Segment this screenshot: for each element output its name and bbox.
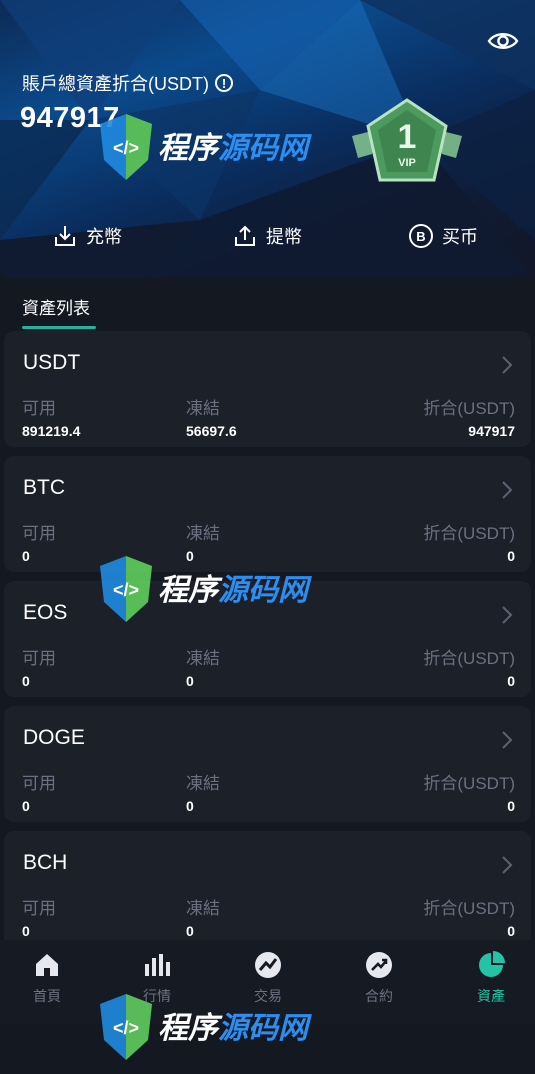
total-asset-label-text: 賬戶總資產折合(USDT) xyxy=(22,74,209,94)
frozen-value: 0 xyxy=(186,673,194,689)
nav-contract-label: 合約 xyxy=(365,988,393,1004)
available-value: 891219.4 xyxy=(22,423,81,439)
converted-label: 折合(USDT) xyxy=(423,899,515,918)
asset-list-title: 資產列表 xyxy=(22,299,90,318)
coin-name: BCH xyxy=(23,851,68,874)
watermark-logo-icon: </> 程序源码网 xyxy=(100,114,312,180)
vip-badge-icon: 1 VIP xyxy=(352,98,462,182)
info-icon[interactable]: ! xyxy=(215,74,233,92)
coin-name: USDT xyxy=(23,351,81,374)
available-value: 0 xyxy=(22,548,30,564)
chevron-right-icon xyxy=(502,606,513,624)
converted-value: 0 xyxy=(507,798,515,814)
available-label: 可用 xyxy=(22,399,56,418)
asset-card-usdt[interactable]: USDT 可用 凍結 折合(USDT) 891219.4 56697.6 947… xyxy=(4,331,531,447)
nav-assets-label: 資產 xyxy=(477,988,505,1004)
converted-value: 947917 xyxy=(468,423,515,439)
asset-actions: 充幣 提幣 B 买币 xyxy=(0,218,535,254)
withdraw-button[interactable]: 提幣 xyxy=(232,218,302,254)
toggle-visibility-button[interactable] xyxy=(487,28,519,54)
available-value: 0 xyxy=(22,923,30,939)
coin-name: DOGE xyxy=(23,726,85,749)
withdraw-label: 提幣 xyxy=(266,227,302,247)
svg-text:VIP: VIP xyxy=(398,157,416,169)
converted-value: 0 xyxy=(507,673,515,689)
home-icon xyxy=(36,954,58,976)
frozen-value: 56697.6 xyxy=(186,423,237,439)
nav-home[interactable]: 首頁 xyxy=(12,950,82,1010)
svg-text:</>: </> xyxy=(113,1018,139,1038)
converted-value: 0 xyxy=(507,548,515,564)
frozen-value: 0 xyxy=(186,798,194,814)
svg-text:</>: </> xyxy=(113,580,139,600)
frozen-label: 凍結 xyxy=(186,399,220,418)
nav-contract[interactable]: 合約 xyxy=(344,950,414,1010)
chevron-right-icon xyxy=(502,356,513,374)
converted-value: 0 xyxy=(507,923,515,939)
coin-name: BTC xyxy=(23,476,65,499)
chevron-right-icon xyxy=(502,731,513,749)
available-value: 0 xyxy=(22,798,30,814)
available-label: 可用 xyxy=(22,649,56,668)
asset-list-tab-indicator xyxy=(22,326,96,329)
converted-label: 折合(USDT) xyxy=(423,399,515,418)
eye-icon xyxy=(487,33,519,49)
watermark-logo-icon: </> 程序源码网 xyxy=(100,556,312,622)
chart-bars-icon xyxy=(145,954,170,976)
svg-text:程序源码网: 程序源码网 xyxy=(158,131,312,166)
bitcoin-icon: B xyxy=(409,224,433,248)
svg-text:</>: </> xyxy=(113,138,139,158)
total-asset-label: 賬戶總資產折合(USDT) ! xyxy=(22,70,233,96)
svg-text:B: B xyxy=(416,229,425,244)
frozen-label: 凍結 xyxy=(186,524,220,543)
buy-coin-button[interactable]: B 买币 xyxy=(408,218,478,254)
contract-icon xyxy=(366,952,392,978)
trade-icon xyxy=(255,952,281,978)
buy-coin-label: 买币 xyxy=(442,227,478,247)
pie-chart-icon xyxy=(479,951,505,977)
nav-assets[interactable]: 資產 xyxy=(456,950,526,1010)
deposit-label: 充幣 xyxy=(86,227,122,247)
chevron-right-icon xyxy=(502,481,513,499)
converted-label: 折合(USDT) xyxy=(423,524,515,543)
converted-label: 折合(USDT) xyxy=(423,649,515,668)
svg-text:1: 1 xyxy=(398,118,417,156)
asset-card-doge[interactable]: DOGE 可用 凍結 折合(USDT) 0 0 0 xyxy=(4,706,531,822)
available-label: 可用 xyxy=(22,774,56,793)
svg-text:程序源码网: 程序源码网 xyxy=(158,1011,312,1046)
asset-card-bch[interactable]: BCH 可用 凍結 折合(USDT) 0 0 0 xyxy=(4,831,531,947)
available-label: 可用 xyxy=(22,899,56,918)
available-value: 0 xyxy=(22,673,30,689)
download-icon xyxy=(55,226,75,246)
svg-text:程序源码网: 程序源码网 xyxy=(158,573,312,608)
available-label: 可用 xyxy=(22,524,56,543)
upload-icon xyxy=(235,225,255,246)
converted-label: 折合(USDT) xyxy=(423,774,515,793)
coin-name: EOS xyxy=(23,601,68,624)
frozen-value: 0 xyxy=(186,923,194,939)
deposit-button[interactable]: 充幣 xyxy=(52,218,122,254)
frozen-label: 凍結 xyxy=(186,899,220,918)
chevron-right-icon xyxy=(502,856,513,874)
frozen-label: 凍結 xyxy=(186,774,220,793)
nav-home-label: 首頁 xyxy=(33,988,61,1004)
frozen-label: 凍結 xyxy=(186,649,220,668)
watermark-logo-icon: </> 程序源码网 xyxy=(100,994,312,1060)
